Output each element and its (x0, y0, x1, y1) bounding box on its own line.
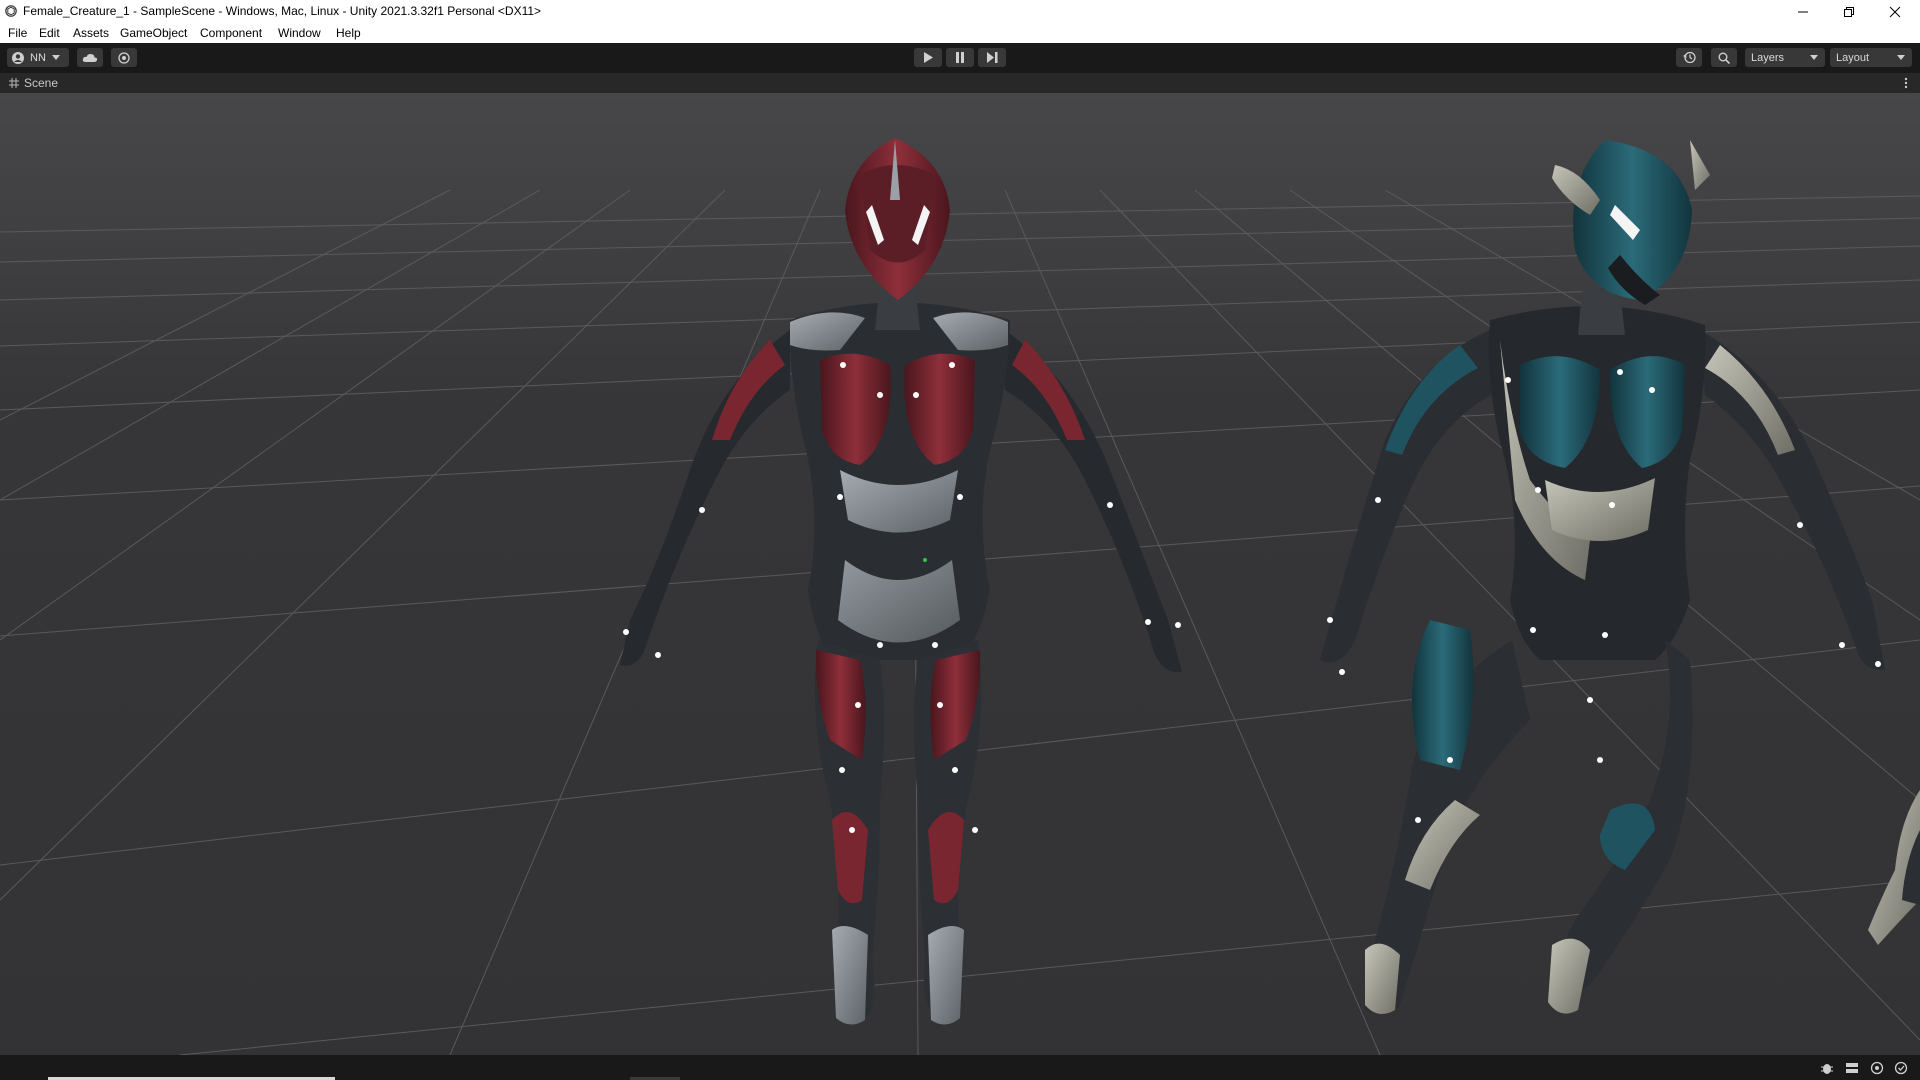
cloud-button[interactable] (77, 48, 103, 67)
play-icon (924, 52, 933, 63)
window-title: Female_Creature_1 - SampleScene - Window… (23, 4, 542, 18)
title-bar: Female_Creature_1 - SampleScene - Window… (0, 0, 1920, 23)
minimize-icon (1798, 11, 1808, 12)
search-icon (1718, 52, 1730, 64)
scene-canvas[interactable] (0, 93, 1920, 1055)
menu-component[interactable]: Component (200, 26, 262, 40)
layout-label: Layout (1836, 51, 1870, 64)
collab-icon (118, 51, 130, 64)
step-button[interactable] (978, 48, 1006, 67)
account-label: NN (30, 51, 46, 64)
chevron-down-icon (1897, 55, 1905, 60)
minimize-button[interactable] (1780, 0, 1826, 23)
scene-grid-icon[interactable] (9, 78, 19, 88)
menu-window[interactable]: Window (278, 26, 321, 40)
layout-dropdown[interactable]: Layout (1830, 48, 1912, 67)
status-check-icon[interactable] (1894, 1061, 1908, 1075)
close-icon (1889, 6, 1901, 17)
collab-button[interactable] (111, 48, 137, 67)
bug-icon[interactable] (1820, 1061, 1834, 1075)
main-toolbar: NN Layers Layout (0, 43, 1920, 73)
cache-server-icon[interactable] (1845, 1061, 1859, 1075)
scene-tab-bar: Scene (0, 73, 1920, 93)
restore-icon (1844, 6, 1854, 17)
layers-dropdown[interactable]: Layers (1745, 48, 1825, 67)
menu-gameobject[interactable]: GameObject (120, 26, 187, 40)
partial-character-edge[interactable] (1868, 790, 1920, 945)
search-button[interactable] (1711, 48, 1737, 67)
menu-help[interactable]: Help (336, 26, 361, 40)
account-dropdown[interactable]: NN (7, 48, 69, 67)
undo-history-button[interactable] (1676, 48, 1702, 67)
menu-edit[interactable]: Edit (39, 26, 60, 40)
menu-assets[interactable]: Assets (73, 26, 109, 40)
history-icon (1682, 51, 1696, 64)
more-options-icon[interactable] (1904, 77, 1908, 89)
scene-viewport[interactable] (0, 93, 1920, 1055)
scene-tab-label[interactable]: Scene (24, 76, 58, 90)
layers-label: Layers (1751, 51, 1785, 64)
female-creature-teal[interactable] (1320, 140, 1885, 1014)
pause-button[interactable] (946, 48, 974, 67)
pause-icon (956, 52, 964, 63)
close-button[interactable] (1872, 0, 1918, 23)
menu-file[interactable]: File (8, 26, 27, 40)
account-icon (12, 51, 24, 64)
play-button[interactable] (914, 48, 942, 67)
unity-logo-icon (5, 5, 17, 17)
cloud-icon (82, 53, 98, 62)
restore-button[interactable] (1826, 0, 1872, 23)
network-icon[interactable] (1870, 1061, 1884, 1075)
chevron-down-icon (51, 54, 60, 60)
menu-bar: File Edit Assets GameObject Component Wi… (0, 23, 1920, 43)
chevron-down-icon (1810, 55, 1818, 60)
step-icon (986, 52, 997, 63)
